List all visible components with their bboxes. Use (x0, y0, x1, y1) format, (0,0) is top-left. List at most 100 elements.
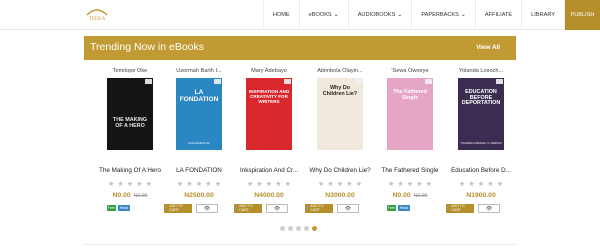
bookmark-icon (284, 79, 291, 84)
carousel-dot[interactable] (288, 226, 293, 231)
site-header: TEEKA HOME eBOOKS ⌄ AUDIOBOOKS ⌄ PAPERBACKS ⌄ A… (0, 0, 600, 30)
divider (84, 244, 516, 245)
star-icon: ★ (406, 181, 414, 188)
star-icon: ★ (416, 181, 423, 188)
carousel-dot[interactable] (312, 226, 317, 231)
bookmark-icon (425, 79, 432, 84)
carousel-dot[interactable] (280, 226, 285, 231)
carousel-dot[interactable] (296, 226, 301, 231)
cart-icon: 🛒 (446, 205, 451, 210)
nav-item-label: PUBLISH (570, 12, 595, 18)
book-cover-image[interactable]: LA FONDATION Uzormah Barth Ike (176, 78, 222, 150)
book-cover-image[interactable]: EDUCATION BEFORE DEPORTATION YOLANDA LOSO… (458, 78, 504, 150)
book-price: N2500.00 (164, 192, 234, 199)
star-icon: ★ (256, 181, 263, 188)
book-author[interactable]: Abimbola Olayin... (305, 68, 375, 74)
star-icon: ★ (265, 181, 273, 188)
rating-stars: ★ ★ ★ ★ ★ (459, 181, 503, 188)
read-button[interactable]: Read (118, 205, 130, 211)
read-button[interactable]: Read (398, 205, 410, 211)
book-price: N1900.00 (446, 192, 516, 199)
add-to-cart-button[interactable]: 🛒 ADD TO CART (305, 204, 333, 213)
main-nav: HOME eBOOKS ⌄ AUDIOBOOKS ⌄ PAPERBACKS ⌄ AFFILIA… (262, 0, 600, 30)
book-author[interactable]: Uzormah Barth I... (164, 68, 234, 74)
free-badge: Free (387, 205, 396, 211)
book-author[interactable]: Yolanda Losoch... (446, 68, 516, 74)
book-cover-image[interactable]: THE MAKING OF A HERO (107, 78, 153, 150)
site-logo[interactable]: TEEKA (84, 6, 110, 24)
star-icon: ★ (355, 181, 362, 188)
book-price: N0.00 N0.00 (375, 192, 445, 199)
book-title[interactable]: Inkspiration And Cr... (234, 167, 304, 174)
add-to-cart-button[interactable]: 🛒 ADD TO CART (446, 204, 474, 213)
book-card[interactable]: Abimbola Olayin... Why Do Children Lie? Wh… (305, 64, 375, 216)
book-author[interactable]: Temitope Oke (95, 68, 165, 74)
nav-item-paperbacks[interactable]: PAPERBACKS ⌄ (411, 0, 475, 30)
rating-stars: ★ ★ ★ ★ ★ (318, 181, 362, 188)
original-price: N0.00 (133, 193, 148, 199)
section-title: Trending Now in eBooks (90, 41, 205, 53)
original-price: N0.00 (413, 193, 428, 199)
star-icon: ★ (195, 181, 203, 188)
nav-item-publish[interactable]: PUBLISH (564, 0, 600, 30)
nav-item-label: HOME (272, 12, 290, 18)
star-icon: ★ (205, 181, 212, 188)
rating-stars: ★ ★ ★ ★ ★ (108, 181, 152, 188)
book-title[interactable]: The Fathered Single (375, 167, 445, 174)
chevron-down-icon: ⌄ (397, 12, 403, 18)
view-button[interactable]: 👁 (337, 204, 359, 213)
book-card[interactable]: Temitope Oke THE MAKING OF A HERO The Maki… (95, 64, 165, 216)
star-icon: ★ (284, 181, 291, 188)
book-title[interactable]: LA FONDATION (164, 167, 234, 174)
nav-item-home[interactable]: HOME (262, 0, 299, 30)
book-title[interactable]: Why Do Children Lie? (305, 167, 375, 174)
book-card[interactable]: 'Sewa Owoeye The Fathered Single The Fathe… (375, 64, 445, 216)
star-icon: ★ (186, 181, 193, 188)
book-cover-image[interactable]: INSPIRATION AND CREATIVITY FOR WRITERS (246, 78, 292, 150)
book-author[interactable]: 'Sewa Owoeye (375, 68, 445, 74)
view-button[interactable]: 👁 (478, 204, 500, 213)
view-all-link[interactable]: View All (476, 44, 500, 51)
add-to-cart-button[interactable]: 🛒 ADD TO CART (164, 204, 192, 213)
cover-title: The Fathered Single (393, 89, 427, 101)
book-title[interactable]: The Making Of A Hero (95, 167, 165, 174)
current-price: N4000.00 (254, 192, 284, 199)
cover-subtitle: YOLANDA LOSOCHA, C. NAROCK (460, 142, 502, 146)
carousel-dot[interactable] (304, 226, 309, 231)
current-price: N3000.00 (325, 192, 355, 199)
nav-item-affiliate[interactable]: AFFILIATE (474, 0, 521, 30)
view-button[interactable]: 👁 (196, 204, 218, 213)
eye-icon: 👁 (203, 205, 211, 212)
book-title[interactable]: Education Before D... (446, 167, 516, 174)
star-icon: ★ (459, 181, 466, 188)
add-to-cart-button[interactable]: 🛒 ADD TO CART (234, 204, 262, 213)
star-icon: ★ (477, 181, 485, 188)
star-icon: ★ (136, 181, 143, 188)
nav-item-label: eBOOKS (308, 12, 332, 18)
current-price: N0.00 (392, 192, 411, 199)
book-card[interactable]: Mary Adebayo INSPIRATION AND CREATIVITY F… (234, 64, 304, 216)
nav-item-library[interactable]: LIBRARY (521, 0, 564, 30)
bookmark-icon (355, 79, 362, 84)
star-icon: ★ (275, 181, 282, 188)
add-to-cart-label: ADD TO CART (169, 203, 183, 212)
cover-title: THE MAKING OF A HERO (112, 117, 148, 129)
book-cover-image[interactable]: The Fathered Single (387, 78, 433, 150)
nav-item-audiobooks[interactable]: AUDIOBOOKS ⌄ (347, 0, 412, 30)
eye-icon: 👁 (273, 205, 281, 212)
book-card[interactable]: Uzormah Barth I... LA FONDATION Uzormah Ba… (164, 64, 234, 216)
book-card[interactable]: Yolanda Losoch... EDUCATION BEFORE DEPORT… (446, 64, 516, 216)
book-author[interactable]: Mary Adebayo (234, 68, 304, 74)
book-cover-image[interactable]: Why Do Children Lie? (317, 78, 363, 150)
star-icon: ★ (346, 181, 353, 188)
add-to-cart-label: ADD TO CART (310, 203, 324, 212)
star-icon: ★ (126, 181, 134, 188)
star-icon: ★ (425, 181, 432, 188)
add-to-cart-label: ADD TO CART (239, 203, 253, 212)
bookmark-icon (214, 79, 221, 84)
view-button[interactable]: 👁 (266, 204, 288, 213)
nav-item-ebooks[interactable]: eBOOKS ⌄ (298, 0, 348, 30)
cart-icon: 🛒 (234, 205, 239, 210)
star-icon: ★ (177, 181, 184, 188)
star-icon: ★ (318, 181, 325, 188)
